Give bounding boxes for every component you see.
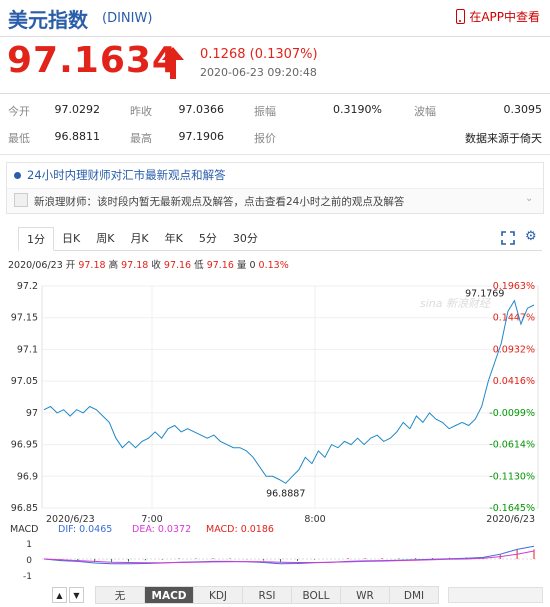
avatar	[14, 193, 28, 207]
open-in-app-link[interactable]: 在APP中查看	[456, 8, 540, 25]
divider	[0, 154, 550, 155]
open-in-app-label: 在APP中查看	[469, 10, 540, 24]
quote-source-label: 报价	[254, 132, 276, 145]
x-tick-label: 2020/6/23	[486, 514, 535, 525]
ohlc-open: 97.18	[78, 260, 106, 271]
max-price-label: 97.1769	[465, 289, 504, 300]
y-tick-label: 97.2	[17, 281, 38, 292]
ohlc-readout: 2020/06/23 开 97.18 高 97.18 收 97.16 低 97.…	[8, 257, 289, 271]
advisor-title: 24小时内理财师对汇市最新观点和解答	[27, 168, 226, 182]
tab-monthly-k[interactable]: 月K	[122, 227, 156, 250]
tab-indicator-wr[interactable]: WR	[340, 586, 390, 604]
y-tick-label: 97.05	[11, 376, 38, 387]
pct-tick-label: -0.0614%	[489, 440, 535, 451]
divider	[0, 93, 550, 94]
pct-tick-label: -0.1645%	[489, 503, 535, 514]
macd-dif-line	[43, 545, 535, 565]
open-label: 今开	[8, 105, 30, 118]
pct-tick-label: -0.1130%	[489, 471, 535, 482]
price-series-line	[43, 299, 535, 484]
y-tick-label: 96.9	[17, 471, 38, 482]
ohlc-volume-label: 量	[236, 260, 247, 271]
ohlc-low-label: 低	[194, 260, 204, 271]
advisor-message[interactable]: 新浪理财师：该时段内暂无最新观点及解答，点击查看24小时之前的观点及解答	[34, 194, 404, 209]
macd-dea-label: DEA: 0.0372	[132, 524, 191, 535]
x-tick-label: 8:00	[304, 514, 325, 525]
page-title: 美元指数	[8, 8, 88, 32]
low-value: 96.8811	[54, 130, 101, 143]
tab-indicator-boll[interactable]: BOLL	[291, 586, 341, 604]
pct-tick-label: -0.0099%	[489, 408, 535, 419]
macd-axis-label: -1	[23, 572, 32, 582]
y-tick-label: 97.1	[17, 344, 38, 355]
ohlc-high-label: 高	[108, 260, 119, 271]
macd-value-label: MACD: 0.0186	[206, 524, 274, 535]
indicator-tabs: 无 MACD KDJ RSI BOLL WR DMI	[95, 586, 439, 604]
current-price: 97.1634	[7, 40, 178, 81]
gear-icon[interactable]: ⚙	[525, 229, 537, 244]
macd-axis-label: 1	[26, 540, 32, 550]
price-change: 0.1268 (0.1307%)	[200, 47, 318, 62]
ohlc-date: 2020/06/23	[8, 260, 63, 271]
quote-source-value: 数据来源于倚天	[465, 132, 542, 145]
pct-tick-label: 0.0416%	[493, 376, 535, 387]
macd-dif-label: DIF: 0.0465	[58, 524, 112, 535]
price-chart[interactable]: sina 新浪财经 97.297.1597.197.059796.9596.99…	[0, 272, 550, 582]
y-tick-label: 96.95	[11, 440, 38, 451]
phone-icon	[456, 9, 466, 24]
tab-indicator-none[interactable]: 无	[95, 586, 145, 604]
tab-weekly-k[interactable]: 周K	[88, 227, 122, 250]
y-tick-label: 97	[26, 408, 38, 419]
ohlc-volume: 0	[249, 260, 256, 271]
tab-indicator-macd[interactable]: MACD	[144, 586, 194, 604]
chart-period-tabs: 1分 日K 周K 月K 年K 5分 30分	[18, 227, 542, 251]
up-arrow-icon	[162, 47, 184, 79]
tab-indicator-dmi[interactable]: DMI	[389, 586, 439, 604]
chart-frame	[41, 285, 539, 509]
pct-tick-label: 0.1447%	[493, 313, 535, 324]
y-tick-label: 96.85	[11, 503, 38, 514]
symbol-code: (DINIW)	[102, 11, 153, 26]
open-value: 97.0292	[54, 103, 101, 116]
tab-1min[interactable]: 1分	[18, 227, 54, 251]
tab-indicator-rsi[interactable]: RSI	[242, 586, 292, 604]
macd-axis-label: 0	[26, 556, 32, 566]
range-label: 波幅	[414, 105, 436, 118]
macd-dea-line	[43, 550, 535, 564]
chart-scrollbar[interactable]	[448, 587, 543, 603]
min-price-label: 96.8887	[266, 488, 305, 499]
high-value: 97.1906	[178, 130, 225, 143]
macd-name: MACD	[10, 524, 38, 535]
high-label: 最高	[130, 132, 152, 145]
tab-indicator-kdj[interactable]: KDJ	[193, 586, 243, 604]
quote-time: 2020-06-23 09:20:48	[200, 66, 317, 79]
next-button[interactable]: ▼	[69, 587, 84, 603]
ohlc-low: 97.16	[206, 260, 234, 271]
fullscreen-icon[interactable]	[501, 231, 515, 245]
prev-close-label: 昨收	[130, 105, 152, 118]
amplitude-value: 0.3190%	[333, 103, 382, 116]
prev-button[interactable]: ▲	[52, 587, 67, 603]
tab-30min[interactable]: 30分	[225, 227, 266, 250]
ohlc-change-pct: 0.13%	[258, 260, 289, 271]
ohlc-high: 97.18	[121, 260, 149, 271]
ohlc-open-label: 开	[65, 260, 76, 271]
tab-5min[interactable]: 5分	[191, 227, 225, 250]
tab-yearly-k[interactable]: 年K	[157, 227, 191, 250]
bullet-icon	[14, 171, 21, 179]
y-tick-label: 97.15	[11, 313, 38, 324]
ohlc-close-label: 收	[151, 260, 161, 271]
ohlc-close: 97.16	[163, 260, 192, 271]
amplitude-label: 振幅	[254, 105, 276, 118]
prev-close-value: 97.0366	[178, 103, 225, 116]
divider	[0, 36, 550, 37]
advisor-title-link[interactable]: 24小时内理财师对汇市最新观点和解答	[14, 167, 226, 183]
chevron-down-icon[interactable]: ⌄	[525, 193, 533, 204]
tab-daily-k[interactable]: 日K	[54, 227, 88, 250]
range-value: 0.3095	[503, 103, 543, 116]
low-label: 最低	[8, 132, 30, 145]
